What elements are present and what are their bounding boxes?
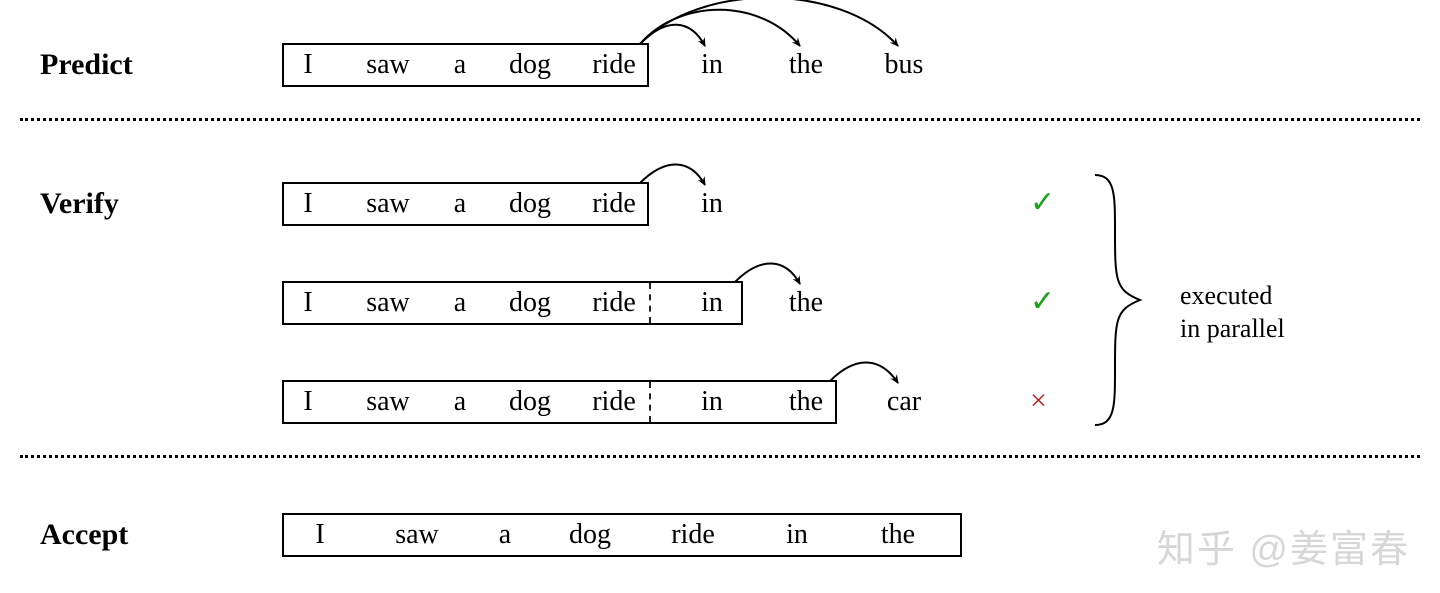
verify2-check-icon: ✓ bbox=[1030, 287, 1055, 317]
accept-tok-dog: dog bbox=[569, 521, 611, 549]
verify2-dashed-sep bbox=[649, 283, 651, 323]
annotation-executed-in-parallel: executed in parallel bbox=[1180, 280, 1285, 345]
predict-tok-a: a bbox=[454, 51, 466, 79]
verify2-tok-saw: saw bbox=[366, 289, 410, 317]
arrow-predict-in bbox=[640, 25, 705, 46]
arrow-verify3-car bbox=[830, 362, 898, 383]
accept-box bbox=[282, 513, 962, 557]
arrow-verify2-the bbox=[735, 263, 800, 284]
verify3-tok-saw: saw bbox=[366, 388, 410, 416]
verify2-tok-the: the bbox=[789, 289, 823, 317]
verify3-dashed-sep bbox=[649, 382, 651, 422]
separator-2 bbox=[20, 455, 1420, 458]
verify2-tok-I: I bbox=[303, 289, 312, 317]
verify3-tok-ride: ride bbox=[592, 388, 636, 416]
accept-tok-ride: ride bbox=[671, 521, 715, 549]
brace-verify bbox=[1095, 175, 1140, 425]
arrow-predict-bus bbox=[640, 0, 898, 46]
verify3-tok-I: I bbox=[303, 388, 312, 416]
label-verify: Verify bbox=[40, 189, 119, 219]
verify2-tok-ride: ride bbox=[592, 289, 636, 317]
annotation-line2: in parallel bbox=[1180, 314, 1285, 343]
verify2-tok-in: in bbox=[701, 289, 723, 317]
accept-tok-I: I bbox=[315, 521, 324, 549]
label-accept: Accept bbox=[40, 520, 128, 550]
verify2-tok-dog: dog bbox=[509, 289, 551, 317]
diagram-stage: Predict I saw a dog ride in the bus Veri… bbox=[0, 0, 1440, 593]
verify3-tok-in: in bbox=[701, 388, 723, 416]
predict-tok-saw: saw bbox=[366, 51, 410, 79]
verify1-tok-saw: saw bbox=[366, 190, 410, 218]
predict-tok-bus: bus bbox=[885, 51, 924, 79]
accept-tok-saw: saw bbox=[395, 521, 439, 549]
predict-tok-dog: dog bbox=[509, 51, 551, 79]
verify3-tok-a: a bbox=[454, 388, 466, 416]
verify2-tok-a: a bbox=[454, 289, 466, 317]
arrow-predict-the bbox=[640, 10, 800, 46]
accept-tok-the: the bbox=[881, 521, 915, 549]
accept-tok-in: in bbox=[786, 521, 808, 549]
verify1-tok-I: I bbox=[303, 190, 312, 218]
label-predict: Predict bbox=[40, 50, 133, 80]
verify1-tok-ride: ride bbox=[592, 190, 636, 218]
verify3-cross-icon: × bbox=[1030, 386, 1047, 416]
arrow-verify1-in bbox=[640, 164, 705, 185]
verify3-tok-car: car bbox=[887, 388, 921, 416]
verify1-check-icon: ✓ bbox=[1030, 188, 1055, 218]
verify1-tok-in: in bbox=[701, 190, 723, 218]
accept-tok-a: a bbox=[499, 521, 511, 549]
predict-tok-in: in bbox=[701, 51, 723, 79]
predict-tok-I: I bbox=[303, 51, 312, 79]
separator-1 bbox=[20, 118, 1420, 121]
watermark: 知乎 @姜富春 bbox=[1157, 518, 1410, 573]
annotation-line1: executed bbox=[1180, 281, 1272, 310]
verify1-tok-dog: dog bbox=[509, 190, 551, 218]
verify3-tok-the: the bbox=[789, 388, 823, 416]
predict-tok-ride: ride bbox=[592, 51, 636, 79]
verify3-tok-dog: dog bbox=[509, 388, 551, 416]
predict-tok-the: the bbox=[789, 51, 823, 79]
verify1-tok-a: a bbox=[454, 190, 466, 218]
